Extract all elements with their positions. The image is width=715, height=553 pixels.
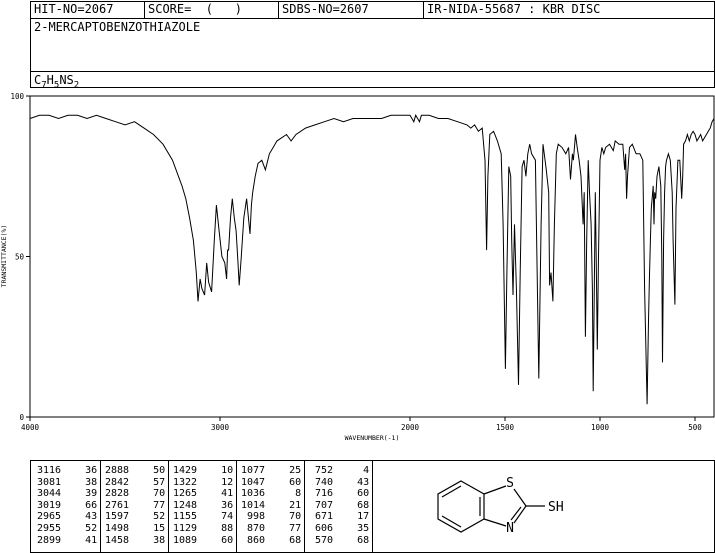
peak-table-divider-4 xyxy=(304,461,305,552)
x-tick-label-2000: 2000 xyxy=(401,423,420,432)
peak-row: 740 43 xyxy=(309,476,370,488)
x-tick-label-1000: 1000 xyxy=(591,423,610,432)
ir-spectrum-chart: 4000 3000 2000 1500 1000 500 0 50 100 WAVENUMBE… xyxy=(0,92,715,442)
peak-row: 998 70 xyxy=(241,511,302,523)
peak-column-3: 1429 10 1322 12 1265 41 1248 36 1155 74 1129 … xyxy=(173,465,233,546)
peak-row: 716 60 xyxy=(309,488,370,500)
y-axis-label: TRANSMITTANCE(%) xyxy=(0,225,8,288)
peak-row: 1458 38 xyxy=(105,534,166,546)
peak-row: 2828 70 xyxy=(105,488,166,500)
peak-row: 3116 36 xyxy=(37,465,98,476)
peak-row: 1077 25 xyxy=(241,465,302,476)
atom-nitrogen: N xyxy=(506,521,514,536)
peak-row: 2761 77 xyxy=(105,499,166,511)
peak-row: 1248 36 xyxy=(173,499,234,511)
peak-row: 1047 60 xyxy=(241,476,302,488)
peak-column-1: 3116 36 3081 38 3044 39 3019 66 2965 43 2955 … xyxy=(37,465,97,546)
x-axis-label: WAVENUMBER(-1) xyxy=(345,434,400,442)
atom-sulfur: S xyxy=(506,476,514,491)
peak-column-2: 2888 50 2842 57 2828 70 2761 77 1597 52 1498 … xyxy=(105,465,165,546)
peak-row: 1014 21 xyxy=(241,499,302,511)
peak-row: 1322 12 xyxy=(173,476,234,488)
peak-row: 2842 57 xyxy=(105,476,166,488)
peak-row: 1265 41 xyxy=(173,488,234,500)
benzene-double-bond-1 xyxy=(441,485,462,498)
y-tick-label-0: 0 xyxy=(19,413,24,422)
spectrum-line xyxy=(29,114,715,405)
peak-row: 2965 43 xyxy=(37,511,98,523)
peak-row: 671 17 xyxy=(309,511,370,523)
peak-column-4: 1077 25 1047 60 1036 8 1014 21 998 70 870 7… xyxy=(241,465,301,546)
peak-row: 3019 66 xyxy=(37,499,98,511)
peak-row: 860 68 xyxy=(241,534,302,546)
bond-c2-n-double xyxy=(510,506,522,521)
y-tick-label-100: 100 xyxy=(10,92,24,101)
benzothiazole-structure: S N SH xyxy=(437,476,564,536)
peak-row: 1129 88 xyxy=(173,522,234,534)
peak-table-divider-2 xyxy=(168,461,169,552)
peak-row: 1089 60 xyxy=(173,534,234,546)
plot-frame xyxy=(29,95,715,418)
peak-column-5: 752 4 740 43 716 60 707 68 671 17 606 35… xyxy=(309,465,369,546)
peak-row: 870 77 xyxy=(241,522,302,534)
peak-row: 2888 50 xyxy=(105,465,166,476)
peak-row: 1036 8 xyxy=(241,488,302,500)
structure-panel: S N SH xyxy=(372,460,715,553)
peak-row: 2899 41 xyxy=(37,534,98,546)
x-tick-label-3000: 3000 xyxy=(211,423,230,432)
thiol-group: SH xyxy=(548,500,564,515)
peak-row: 1498 15 xyxy=(105,522,166,534)
benzene-double-bond-2 xyxy=(441,515,462,528)
peak-row: 3044 39 xyxy=(37,488,98,500)
bond-n-c xyxy=(483,518,507,527)
peak-row: 1429 10 xyxy=(173,465,234,476)
peak-row: 1597 52 xyxy=(105,511,166,523)
peak-table-divider-3 xyxy=(236,461,237,552)
x-tick-label-500: 500 xyxy=(688,423,702,432)
benzene-ring xyxy=(437,480,485,533)
x-tick-label-4000: 4000 xyxy=(21,423,40,432)
peak-table-divider-1 xyxy=(100,461,101,552)
peak-row: 606 35 xyxy=(309,522,370,534)
bond-c-s xyxy=(483,485,507,495)
x-tick-label-1500: 1500 xyxy=(496,423,515,432)
peak-row: 707 68 xyxy=(309,499,370,511)
peak-row: 2955 52 xyxy=(37,522,98,534)
peak-row: 752 4 xyxy=(309,465,370,476)
peak-row: 570 68 xyxy=(309,534,370,546)
y-tick-label-50: 50 xyxy=(15,253,25,262)
peak-table: 3116 36 3081 38 3044 39 3019 66 2965 43 2955 … xyxy=(30,460,373,553)
peak-row: 1155 74 xyxy=(173,511,234,523)
bond-s-c2 xyxy=(513,488,527,507)
peak-row: 3081 38 xyxy=(37,476,98,488)
